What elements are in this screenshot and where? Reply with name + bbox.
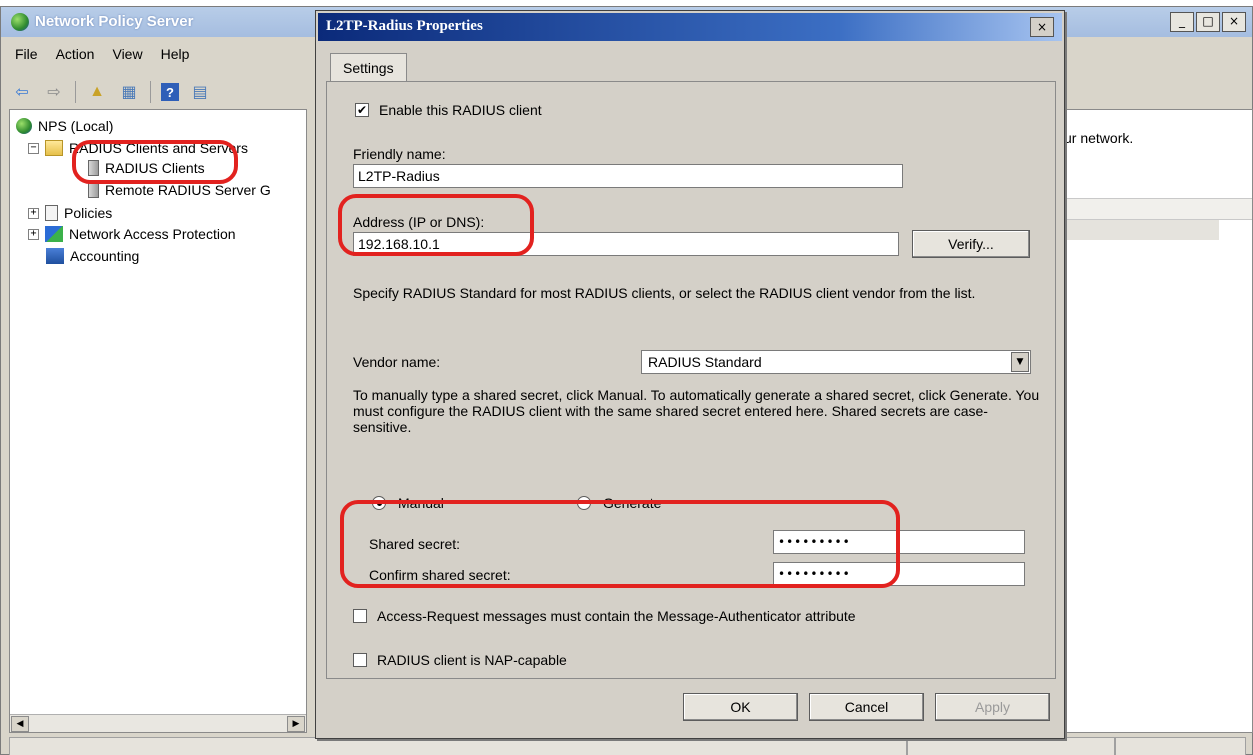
status-cell bbox=[1115, 737, 1246, 755]
details-column-header[interactable] bbox=[1064, 198, 1252, 220]
apply-button[interactable]: Apply bbox=[935, 693, 1050, 721]
friendly-name-input[interactable]: L2TP-Radius bbox=[353, 164, 903, 188]
console-tree[interactable]: NPS (Local) − RADIUS Clients and Servers… bbox=[9, 109, 307, 733]
address-label: Address (IP or DNS): bbox=[353, 214, 485, 230]
tree-item-nps-local[interactable]: NPS (Local) bbox=[16, 118, 113, 134]
shared-secret-instructions: To manually type a shared secret, click … bbox=[353, 387, 1040, 435]
tree-horizontal-scrollbar[interactable]: ◀ ▶ bbox=[10, 714, 306, 732]
collapse-icon[interactable]: − bbox=[28, 142, 39, 154]
vendor-selected-value: RADIUS Standard bbox=[648, 354, 762, 370]
tab-settings[interactable]: Settings bbox=[330, 53, 407, 82]
nap-shield-icon bbox=[45, 226, 63, 242]
scroll-right-arrow-icon[interactable]: ▶ bbox=[287, 716, 305, 732]
tree-item-radius-clients-and-servers[interactable]: − RADIUS Clients and Servers bbox=[28, 140, 248, 156]
nps-app-icon bbox=[11, 13, 29, 31]
message-authenticator-label: Access-Request messages must contain the… bbox=[377, 608, 856, 624]
tree-item-radius-clients[interactable]: RADIUS Clients bbox=[88, 160, 205, 176]
window-controls: _ □ × bbox=[1170, 12, 1246, 32]
show-action-pane-icon[interactable]: ▤ bbox=[189, 82, 211, 102]
radius-client-server-icon bbox=[88, 160, 99, 176]
radio-selected-icon[interactable] bbox=[372, 496, 386, 510]
up-folder-icon[interactable]: ▲ bbox=[86, 82, 108, 102]
address-input[interactable]: 192.168.10.1 bbox=[353, 232, 899, 256]
manual-radio[interactable]: Manual bbox=[372, 495, 444, 511]
toolbar-separator bbox=[75, 81, 76, 103]
nap-capable-label: RADIUS client is NAP-capable bbox=[377, 652, 567, 668]
message-authenticator-checkbox[interactable]: Access-Request messages must contain the… bbox=[353, 608, 856, 624]
menu-help[interactable]: Help bbox=[161, 46, 190, 62]
menu-view[interactable]: View bbox=[112, 46, 142, 62]
enable-client-checkbox[interactable]: ✔ Enable this RADIUS client bbox=[355, 102, 542, 118]
forward-arrow-icon[interactable]: ⇨ bbox=[43, 82, 65, 102]
menu-action[interactable]: Action bbox=[56, 46, 95, 62]
remote-server-icon bbox=[88, 182, 99, 198]
dialog-title: L2TP-Radius Properties bbox=[326, 18, 483, 34]
back-arrow-icon[interactable]: ⇦ bbox=[11, 82, 33, 102]
status-cell bbox=[9, 737, 907, 755]
minimize-button[interactable]: _ bbox=[1170, 12, 1194, 32]
toolbar-separator bbox=[150, 81, 151, 103]
details-row[interactable] bbox=[1064, 220, 1219, 240]
dropdown-arrow-icon[interactable]: ▼ bbox=[1011, 352, 1029, 372]
nap-capable-checkbox[interactable]: RADIUS client is NAP-capable bbox=[353, 652, 567, 668]
cancel-button[interactable]: Cancel bbox=[809, 693, 924, 721]
tree-item-label: RADIUS Clients bbox=[105, 160, 205, 176]
tree-item-network-access-protection[interactable]: + Network Access Protection bbox=[28, 226, 236, 242]
details-description: ur network. bbox=[1064, 130, 1134, 146]
tree-item-policies[interactable]: + Policies bbox=[28, 205, 112, 221]
generate-radio-label: Generate bbox=[603, 495, 662, 511]
dialog-close-button[interactable]: × bbox=[1030, 17, 1054, 37]
properties-dialog: L2TP-Radius Properties × Settings ✔ Enab… bbox=[315, 10, 1065, 739]
nps-globe-icon bbox=[16, 118, 32, 134]
status-cell bbox=[907, 737, 1115, 755]
checkbox-checked-icon[interactable]: ✔ bbox=[355, 103, 369, 117]
folder-icon bbox=[45, 140, 63, 156]
menu-file[interactable]: File bbox=[15, 46, 38, 62]
verify-button[interactable]: Verify... bbox=[912, 230, 1030, 258]
status-bar bbox=[9, 737, 1246, 755]
checkbox-unchecked-icon[interactable] bbox=[353, 653, 367, 667]
main-window-title: Network Policy Server bbox=[35, 13, 194, 30]
tree-item-label: NPS (Local) bbox=[38, 118, 114, 134]
tree-item-label: Network Access Protection bbox=[69, 226, 236, 242]
maximize-button[interactable]: □ bbox=[1196, 12, 1220, 32]
details-pane: ur network. bbox=[1063, 109, 1253, 733]
close-button[interactable]: × bbox=[1222, 12, 1246, 32]
tree-item-remote-radius-server-groups[interactable]: Remote RADIUS Server G bbox=[88, 182, 271, 198]
tree-item-label: Accounting bbox=[70, 248, 140, 264]
vendor-instructions: Specify RADIUS Standard for most RADIUS … bbox=[353, 285, 976, 301]
scroll-left-arrow-icon[interactable]: ◀ bbox=[11, 716, 29, 732]
policy-document-icon bbox=[45, 205, 58, 221]
help-icon[interactable]: ? bbox=[161, 83, 179, 101]
radio-unselected-icon[interactable] bbox=[577, 496, 591, 510]
confirm-secret-input[interactable]: ••••••••• bbox=[773, 562, 1025, 586]
enable-client-label: Enable this RADIUS client bbox=[379, 102, 542, 118]
ok-button[interactable]: OK bbox=[683, 693, 798, 721]
accounting-icon bbox=[46, 248, 64, 264]
tree-item-label: RADIUS Clients and Servers bbox=[69, 140, 248, 156]
checkbox-unchecked-icon[interactable] bbox=[353, 609, 367, 623]
tree-item-label: Remote RADIUS Server G bbox=[105, 182, 271, 198]
tree-item-accounting[interactable]: Accounting bbox=[46, 248, 139, 264]
dialog-titlebar[interactable]: L2TP-Radius Properties × bbox=[318, 13, 1062, 41]
tree-item-label: Policies bbox=[64, 205, 113, 221]
shared-secret-label: Shared secret: bbox=[369, 536, 461, 552]
confirm-secret-label: Confirm shared secret: bbox=[369, 567, 511, 583]
vendor-name-label: Vendor name: bbox=[353, 354, 441, 370]
settings-panel: ✔ Enable this RADIUS client Friendly nam… bbox=[326, 81, 1056, 679]
expand-icon[interactable]: + bbox=[28, 207, 39, 219]
show-hide-tree-icon[interactable]: ▦ bbox=[118, 82, 140, 102]
manual-radio-label: Manual bbox=[398, 495, 444, 511]
friendly-name-label: Friendly name: bbox=[353, 146, 446, 162]
expand-icon[interactable]: + bbox=[28, 228, 39, 240]
shared-secret-input[interactable]: ••••••••• bbox=[773, 530, 1025, 554]
generate-radio[interactable]: Generate bbox=[577, 495, 661, 511]
vendor-name-select[interactable]: RADIUS Standard ▼ bbox=[641, 350, 1031, 374]
